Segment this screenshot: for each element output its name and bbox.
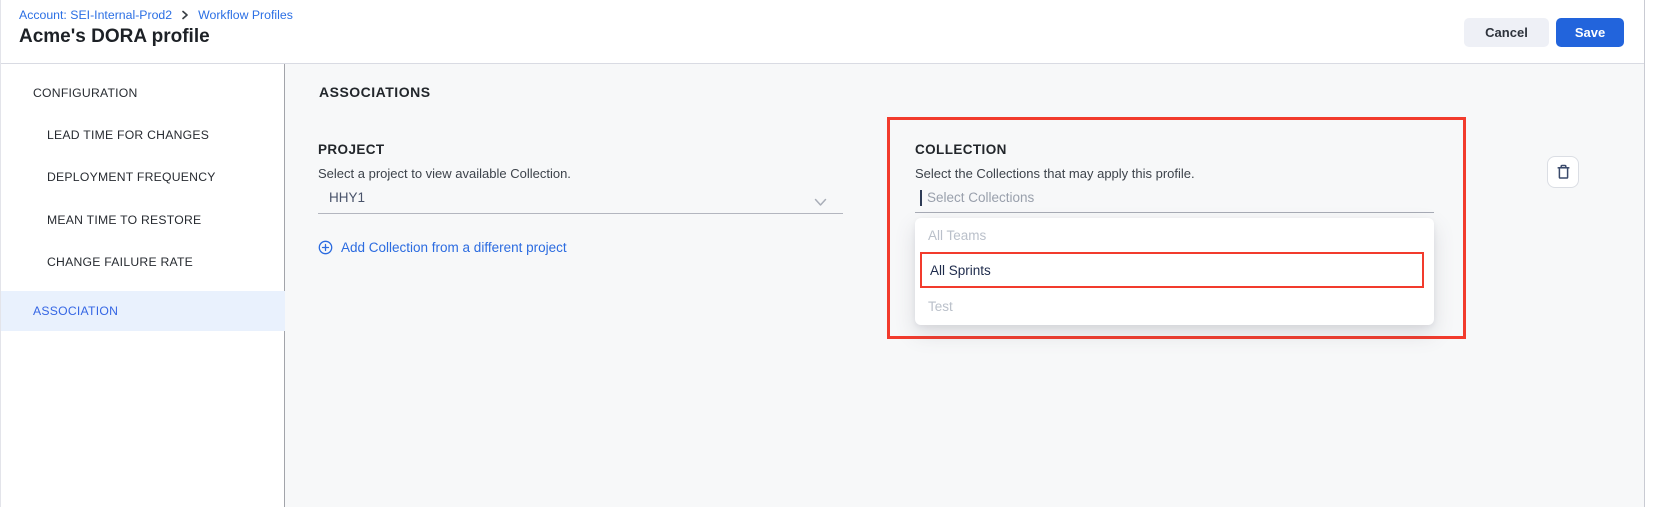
trash-icon [1555,163,1572,181]
collection-option-all-sprints[interactable]: All Sprints [920,252,1424,288]
project-select-value: HHY1 [329,190,365,205]
add-collection-link-label: Add Collection from a different project [341,240,567,255]
profile-sidebar: CONFIGURATION LEAD TIME FOR CHANGES DEPL… [1,64,285,507]
chevron-right-icon [180,10,190,20]
delete-association-button[interactable] [1547,156,1579,188]
page-title: Acme's DORA profile [19,26,210,48]
associations-section-title: ASSOCIATIONS [319,84,431,100]
collection-description: Select the Collections that may apply th… [915,166,1195,181]
collection-search-input[interactable]: Select Collections [915,188,1434,213]
chevron-down-icon [814,194,827,212]
sidebar-item-lead-time-for-changes[interactable]: LEAD TIME FOR CHANGES [47,128,209,142]
page-header: Account: SEI-Internal-Prod2 Workflow Pro… [1,0,1644,64]
breadcrumb-account-link[interactable]: Account: SEI-Internal-Prod2 [19,8,172,22]
association-panel: ASSOCIATIONS PROJECT Select a project to… [285,64,1644,507]
text-cursor [920,190,922,206]
sidebar-item-association[interactable]: ASSOCIATION [1,291,285,331]
collection-option-all-teams[interactable]: All Teams [915,218,1434,252]
sidebar-item-mean-time-to-restore[interactable]: MEAN TIME TO RESTORE [47,213,201,227]
sidebar-item-deployment-frequency[interactable]: DEPLOYMENT FREQUENCY [47,170,216,184]
sidebar-item-configuration[interactable]: CONFIGURATION [33,86,138,100]
workflow-profile-page: Account: SEI-Internal-Prod2 Workflow Pro… [0,0,1678,507]
breadcrumb: Account: SEI-Internal-Prod2 Workflow Pro… [19,8,293,22]
collection-option-test[interactable]: Test [915,288,1434,325]
cancel-button[interactable]: Cancel [1464,18,1549,47]
plus-circle-icon [318,240,333,255]
collection-input-placeholder: Select Collections [927,190,1034,205]
page-right-edge [1644,0,1678,507]
project-description: Select a project to view available Colle… [318,166,571,181]
project-select[interactable]: HHY1 [318,187,843,214]
breadcrumb-workflow-profiles-link[interactable]: Workflow Profiles [198,8,293,22]
add-collection-link[interactable]: Add Collection from a different project [318,240,567,255]
project-heading: PROJECT [318,142,385,157]
save-button[interactable]: Save [1556,18,1624,47]
collection-heading: COLLECTION [915,142,1007,157]
collection-options-dropdown: All Teams All Sprints Test [915,218,1434,325]
sidebar-item-change-failure-rate[interactable]: CHANGE FAILURE RATE [47,255,193,269]
